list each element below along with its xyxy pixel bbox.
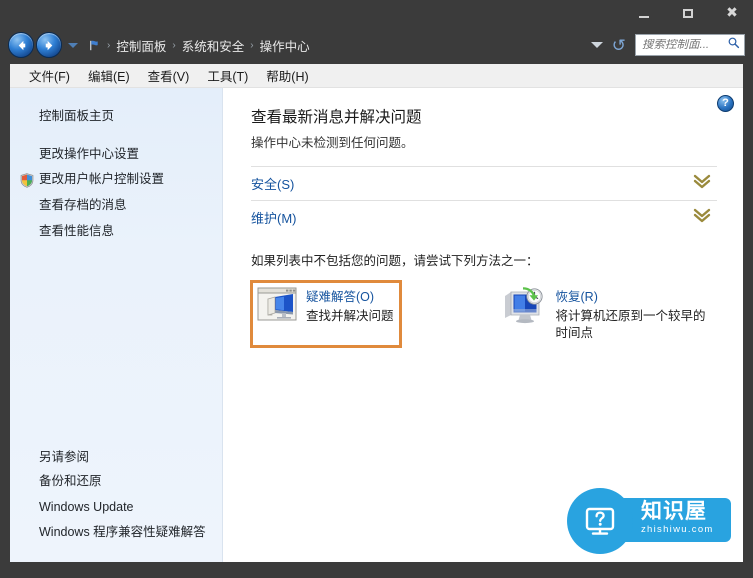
- arrow-right-icon: [45, 40, 52, 50]
- arrow-left-icon: [18, 40, 25, 50]
- maximize-icon: [683, 8, 693, 18]
- address-bar-right: ↺: [590, 26, 745, 64]
- action-troubleshoot[interactable]: 疑难解答(O) 查找并解决问题: [250, 280, 402, 348]
- sidebar-item-backup-and-restore[interactable]: 备份和还原: [10, 469, 222, 495]
- sidebar-item-view-archived-messages[interactable]: 查看存档的消息: [10, 193, 222, 219]
- breadcrumb-item-1[interactable]: 系统和安全: [177, 36, 250, 55]
- navigation-buttons: [8, 32, 78, 58]
- monitor-question-icon: [567, 488, 633, 554]
- minimize-button[interactable]: [631, 4, 657, 22]
- recent-pages-dropdown[interactable]: [68, 42, 78, 48]
- shield-icon: [20, 173, 34, 193]
- sidebar-see-also: 另请参阅 备份和还原 Windows Update Windows 程序兼容性疑…: [10, 442, 222, 546]
- close-icon: ✖: [726, 5, 738, 21]
- section-label: 安全(S): [251, 177, 295, 192]
- action-description: 查找并解决问题: [306, 309, 394, 323]
- action-recovery[interactable]: 恢复(R) 将计算机还原到一个较早的时间点: [494, 280, 714, 348]
- breadcrumb: › 控制面板 › 系统和安全 › 操作中心: [106, 36, 315, 55]
- search-icon: [727, 36, 740, 54]
- see-also-heading: 另请参阅: [39, 450, 90, 465]
- page-subtitle: 操作中心未检测到任何问题。: [251, 136, 414, 150]
- minimize-icon: [639, 15, 649, 18]
- previous-locations-icon[interactable]: [590, 42, 603, 48]
- troubleshoot-hint: 如果列表中不包括您的问题，请尝试下列方法之一：: [251, 254, 539, 268]
- control-panel-flag-icon: [87, 38, 102, 53]
- menu-help[interactable]: 帮助(H): [257, 64, 317, 87]
- section-maintenance[interactable]: 维护(M): [251, 200, 717, 234]
- page-title: 查看最新消息并解决问题: [251, 109, 422, 126]
- menu-edit[interactable]: 编辑(E): [79, 64, 139, 87]
- sidebar-item-control-panel-home[interactable]: 控制面板主页: [10, 104, 222, 130]
- chevron-double-down-icon[interactable]: [691, 173, 713, 194]
- action-list: 疑难解答(O) 查找并解决问题 恢复(R) 将计算机还原到一个较早的时间点: [250, 280, 717, 348]
- maximize-button[interactable]: [675, 4, 701, 22]
- action-description: 将计算机还原到一个较早的时间点: [555, 309, 706, 340]
- action-text: 疑难解答(O) 查找并解决问题: [306, 286, 394, 325]
- chevron-double-down-icon[interactable]: [691, 207, 713, 228]
- action-text: 恢复(R) 将计算机还原到一个较早的时间点: [556, 286, 706, 342]
- sidebar-item-windows-update[interactable]: Windows Update: [10, 495, 222, 521]
- back-button[interactable]: [8, 32, 34, 58]
- menu-view[interactable]: 查看(V): [139, 64, 199, 87]
- sidebar-item-label: 查看性能信息: [39, 223, 115, 238]
- sidebar-item-label: 查看存档的消息: [39, 197, 127, 212]
- section-label: 维护(M): [251, 211, 297, 226]
- window-controls: ✖: [631, 0, 745, 26]
- menu-file[interactable]: 文件(F): [20, 64, 79, 87]
- search-input[interactable]: [642, 39, 725, 51]
- close-button[interactable]: ✖: [719, 4, 745, 22]
- content-area: 控制面板主页 更改操作中心设置 更改用户帐户控制设置 查看存档的消息 查看性能信…: [10, 88, 743, 562]
- sidebar: 控制面板主页 更改操作中心设置 更改用户帐户控制设置 查看存档的消息 查看性能信…: [10, 88, 223, 562]
- recovery-monitor-clock-icon: [501, 287, 547, 330]
- control-panel-window: ✖ › 控制面板 › 系统和安全 › 操作中心 ↺ 搜索控制面... 文件(F)…: [0, 0, 753, 578]
- main-pane: ? 查看最新消息并解决问题 操作中心未检测到任何问题。 安全(S) 维护(M): [223, 88, 743, 562]
- action-title[interactable]: 疑难解答(O): [306, 286, 394, 305]
- section-security[interactable]: 安全(S): [251, 166, 717, 200]
- watermark-en: zhishiwu.com: [641, 524, 714, 536]
- sidebar-item-label: 更改用户帐户控制设置: [39, 172, 165, 187]
- watermark-text: 知识屋 zhishiwu.com: [641, 500, 714, 536]
- forward-button[interactable]: [36, 32, 62, 58]
- address-bar: › 控制面板 › 系统和安全 › 操作中心 ↺: [0, 26, 753, 64]
- troubleshoot-monitor-icon: [257, 287, 297, 326]
- action-title[interactable]: 恢复(R): [556, 286, 706, 305]
- sidebar-item-change-action-center-settings[interactable]: 更改操作中心设置: [10, 142, 222, 168]
- breadcrumb-item-0[interactable]: 控制面板: [111, 36, 171, 55]
- search-box[interactable]: [635, 34, 745, 56]
- help-icon[interactable]: ?: [717, 95, 734, 112]
- sidebar-item-change-uac-settings[interactable]: 更改用户帐户控制设置: [10, 167, 222, 193]
- sidebar-item-label: 更改操作中心设置: [39, 146, 140, 161]
- breadcrumb-item-2[interactable]: 操作中心: [255, 36, 315, 55]
- watermark-cn: 知识屋: [641, 500, 707, 523]
- watermark-logo: 知识屋 zhishiwu.com: [567, 488, 731, 554]
- sidebar-item-program-compatibility-troubleshooter[interactable]: Windows 程序兼容性疑难解答: [10, 520, 222, 546]
- watermark-pill: [587, 498, 731, 542]
- sidebar-item-view-performance-information[interactable]: 查看性能信息: [10, 219, 222, 245]
- refresh-icon[interactable]: ↺: [612, 37, 626, 54]
- title-bar: ✖: [0, 0, 753, 26]
- menu-tools[interactable]: 工具(T): [198, 64, 257, 87]
- menu-bar: 文件(F) 编辑(E) 查看(V) 工具(T) 帮助(H): [10, 64, 743, 88]
